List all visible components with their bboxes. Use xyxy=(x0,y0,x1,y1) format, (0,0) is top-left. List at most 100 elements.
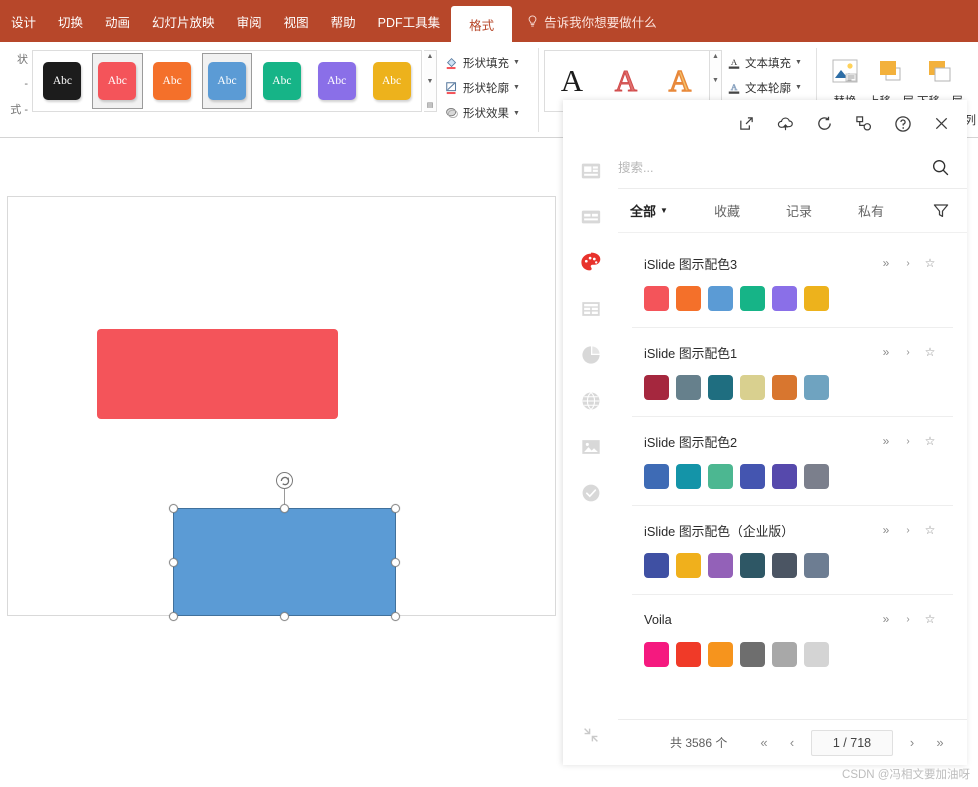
color-chip[interactable] xyxy=(740,642,765,667)
design-check-icon[interactable] xyxy=(579,481,603,505)
resize-handle-w[interactable] xyxy=(169,558,178,567)
color-scheme-card[interactable]: iSlide 图示配色1 » › ☆ xyxy=(632,328,953,417)
color-scheme-card[interactable]: iSlide 图示配色3 » › ☆ xyxy=(632,239,953,328)
rotate-handle[interactable] xyxy=(276,472,293,489)
color-chip[interactable] xyxy=(676,464,701,489)
tell-me-search[interactable]: 告诉我你想要做什么 xyxy=(526,0,657,42)
image-icon[interactable] xyxy=(579,435,603,459)
color-scheme-card[interactable]: Voila » › ☆ xyxy=(632,595,953,683)
color-chip[interactable] xyxy=(804,642,829,667)
apply-icon[interactable]: › xyxy=(897,431,919,451)
scroll-up-icon[interactable]: ▲ xyxy=(712,53,719,60)
color-chip[interactable] xyxy=(772,464,797,489)
color-chip[interactable] xyxy=(644,375,669,400)
tab-history[interactable]: 记录 xyxy=(786,201,812,220)
shape-style-item[interactable]: Abc xyxy=(91,53,143,109)
resize-handle-s[interactable] xyxy=(280,612,289,621)
ribbon-tab-view[interactable]: 视图 xyxy=(273,0,320,42)
scroll-down-icon[interactable]: ▼ xyxy=(427,78,434,85)
color-scheme-card[interactable]: iSlide 图示配色（企业版） » › ☆ xyxy=(632,506,953,595)
favorite-star-icon[interactable]: ☆ xyxy=(919,609,941,629)
color-chip[interactable] xyxy=(804,553,829,578)
resize-handle-ne[interactable] xyxy=(391,504,400,513)
color-chip[interactable] xyxy=(740,286,765,311)
shape-outline-button[interactable]: 形状轮廓 ▼ xyxy=(444,80,536,96)
resize-handle-se[interactable] xyxy=(391,612,400,621)
tab-all[interactable]: 全部 ▼ xyxy=(630,201,668,220)
chevron-down-icon[interactable]: ▼ xyxy=(513,84,520,91)
shape-style-item[interactable]: Abc xyxy=(201,53,253,109)
shape-styles-scrollbar[interactable]: ▲ ▼ ▤ xyxy=(424,50,437,112)
share-nodes-icon[interactable] xyxy=(854,114,873,133)
refresh-icon[interactable] xyxy=(815,114,834,133)
color-chip[interactable] xyxy=(740,553,765,578)
gallery-more-icon[interactable]: ▤ xyxy=(427,102,434,109)
favorite-star-icon[interactable]: ☆ xyxy=(919,342,941,362)
color-chip[interactable] xyxy=(708,553,733,578)
apply-all-icon[interactable]: » xyxy=(875,431,897,451)
search-icon[interactable] xyxy=(929,157,951,179)
favorite-star-icon[interactable]: ☆ xyxy=(919,253,941,273)
close-icon[interactable] xyxy=(932,114,951,133)
funnel-filter-icon[interactable] xyxy=(931,201,951,221)
apply-all-icon[interactable]: » xyxy=(875,609,897,629)
shape-style-item[interactable]: Abc xyxy=(311,53,362,109)
ribbon-tab-transitions[interactable]: 切换 xyxy=(47,0,94,42)
prev-page-button[interactable]: ‹ xyxy=(779,731,805,755)
apply-icon[interactable]: › xyxy=(897,342,919,362)
table-icon[interactable] xyxy=(579,297,603,321)
chevron-down-icon[interactable]: ▼ xyxy=(795,84,802,91)
color-chip[interactable] xyxy=(676,286,701,311)
color-chip[interactable] xyxy=(740,375,765,400)
shape-effects-button[interactable]: 形状效果 ▼ xyxy=(444,105,536,121)
cloud-upload-icon[interactable] xyxy=(776,114,795,133)
next-page-button[interactable]: › xyxy=(899,731,925,755)
apply-icon[interactable]: › xyxy=(897,609,919,629)
chevron-down-icon[interactable]: ▼ xyxy=(795,59,802,66)
color-chip[interactable] xyxy=(740,464,765,489)
chevron-down-icon[interactable]: ▼ xyxy=(513,59,520,66)
scroll-down-icon[interactable]: ▼ xyxy=(712,77,719,84)
color-chip[interactable] xyxy=(804,464,829,489)
resize-handle-n[interactable] xyxy=(280,504,289,513)
scroll-up-icon[interactable]: ▲ xyxy=(427,53,434,60)
red-rectangle-shape[interactable] xyxy=(97,329,338,419)
collapse-panel-icon[interactable] xyxy=(579,723,603,747)
color-scheme-list[interactable]: iSlide 图示配色3 » › ☆ iSlide 图示配色1 » › ☆ iS… xyxy=(618,233,967,719)
color-chip[interactable] xyxy=(644,642,669,667)
color-chip[interactable] xyxy=(676,642,701,667)
shape-style-item[interactable]: Abc xyxy=(37,53,88,109)
globe-icon[interactable] xyxy=(579,389,603,413)
favorite-star-icon[interactable]: ☆ xyxy=(919,431,941,451)
apply-all-icon[interactable]: » xyxy=(875,342,897,362)
shape-fill-button[interactable]: 形状填充 ▼ xyxy=(444,55,536,71)
ribbon-tab-help[interactable]: 帮助 xyxy=(320,0,367,42)
color-chip[interactable] xyxy=(676,553,701,578)
ribbon-tab-animations[interactable]: 动画 xyxy=(94,0,141,42)
apply-icon[interactable]: › xyxy=(897,253,919,273)
color-chip[interactable] xyxy=(676,375,701,400)
text-fill-button[interactable]: A 文本填充 ▼ xyxy=(726,55,814,71)
apply-all-icon[interactable]: » xyxy=(875,520,897,540)
ribbon-tab-slideshow[interactable]: 幻灯片放映 xyxy=(141,0,226,42)
pie-chart-icon[interactable] xyxy=(579,343,603,367)
color-chip[interactable] xyxy=(708,375,733,400)
color-chip[interactable] xyxy=(772,642,797,667)
shape-style-item[interactable]: Abc xyxy=(256,53,307,109)
last-page-button[interactable]: » xyxy=(927,731,953,755)
shape-style-item[interactable]: Abc xyxy=(147,53,198,109)
apply-icon[interactable]: › xyxy=(897,520,919,540)
resize-handle-e[interactable] xyxy=(391,558,400,567)
page-indicator[interactable]: 1 / 718 xyxy=(811,729,893,756)
color-chip[interactable] xyxy=(644,553,669,578)
color-chip[interactable] xyxy=(804,286,829,311)
color-chip[interactable] xyxy=(708,464,733,489)
ribbon-tab-pdf-toolkit[interactable]: PDF工具集 xyxy=(367,0,452,42)
slide-surface[interactable] xyxy=(7,196,556,621)
tab-private[interactable]: 私有 xyxy=(858,201,884,220)
color-chip[interactable] xyxy=(804,375,829,400)
color-scheme-card[interactable]: iSlide 图示配色2 » › ☆ xyxy=(632,417,953,506)
first-page-button[interactable]: « xyxy=(751,731,777,755)
chevron-down-icon[interactable]: ▼ xyxy=(660,206,668,215)
color-chip[interactable] xyxy=(644,464,669,489)
